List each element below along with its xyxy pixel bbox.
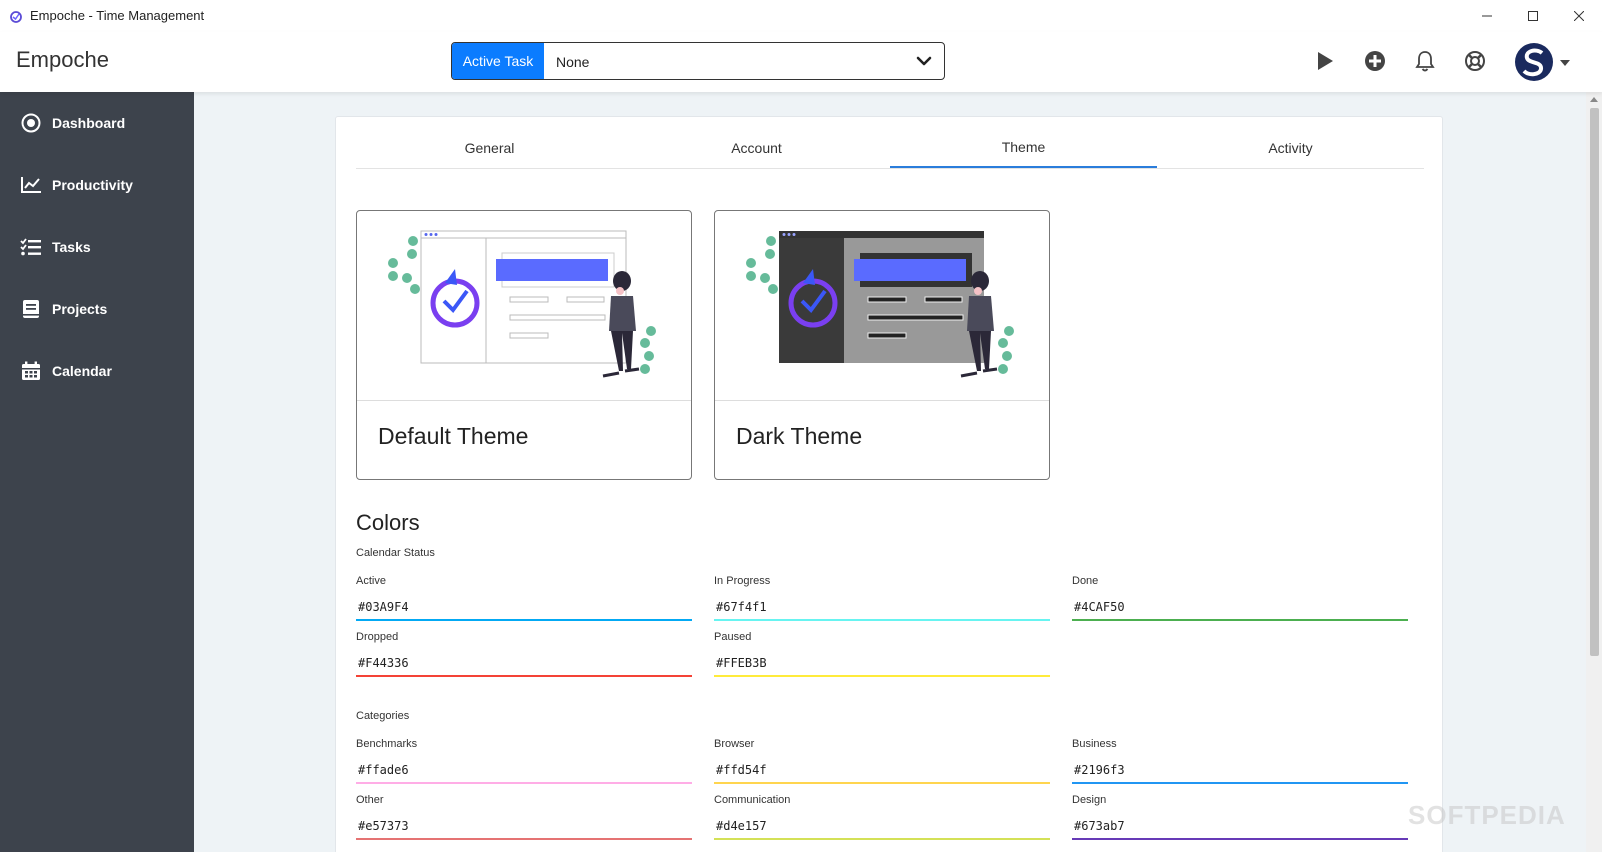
color-input[interactable]: #FFEB3B — [716, 656, 767, 670]
color-input[interactable]: #ffade6 — [358, 763, 409, 777]
field-label: In Progress — [714, 575, 771, 587]
caret-down-icon[interactable] — [1560, 53, 1570, 71]
color-input[interactable]: #03A9F4 — [358, 600, 409, 614]
active-task-selector[interactable]: Active Task None — [451, 42, 945, 80]
field-label: Design — [1072, 794, 1107, 806]
color-underline — [356, 782, 692, 784]
chevron-down-icon[interactable] — [904, 43, 944, 79]
field-label: Paused — [714, 631, 752, 643]
add-circle-icon[interactable] — [1350, 42, 1400, 80]
tab-account[interactable]: Account — [623, 117, 890, 168]
dashboard-icon — [20, 112, 42, 134]
tab-general[interactable]: General — [356, 117, 623, 168]
status-dropped-field[interactable]: Dropped #F44336 — [356, 631, 692, 681]
category-other-field[interactable]: Other #e57373 — [356, 794, 692, 844]
dark-theme-illustration — [715, 211, 1049, 401]
color-underline — [714, 782, 1050, 784]
user-menu[interactable] — [1514, 42, 1570, 82]
tab-activity[interactable]: Activity — [1157, 117, 1424, 168]
scrollbar-thumb[interactable] — [1590, 108, 1599, 656]
color-input[interactable]: #4CAF50 — [1074, 600, 1125, 614]
color-underline — [1072, 838, 1408, 840]
sidebar-item-label: Calendar — [52, 363, 112, 379]
sidebar-item-label: Tasks — [52, 239, 91, 255]
brand-name: Empoche — [16, 47, 109, 72]
status-in-progress-field[interactable]: In Progress #67f4f1 — [714, 575, 1050, 625]
main-content: General Account Theme Activity Default T… — [194, 92, 1586, 852]
category-browser-field[interactable]: Browser #ffd54f — [714, 738, 1050, 788]
color-underline — [1072, 782, 1408, 784]
field-label: Active — [356, 575, 386, 587]
sidebar-item-projects[interactable]: Projects — [0, 278, 194, 340]
field-label: Benchmarks — [356, 738, 418, 750]
sidebar: Dashboard Productivity Tasks Projects Ca… — [0, 92, 194, 852]
list-icon — [20, 236, 42, 258]
calendar-icon — [20, 360, 42, 382]
color-underline — [1072, 619, 1408, 621]
category-business-field[interactable]: Business #2196f3 — [1072, 738, 1408, 788]
scroll-up-arrow-icon[interactable] — [1586, 92, 1602, 106]
colors-heading: Colors — [356, 510, 420, 535]
play-icon[interactable] — [1300, 42, 1350, 80]
app-header: Empoche Active Task None — [0, 32, 1602, 92]
window-title: Empoche - Time Management — [30, 8, 205, 23]
default-theme-name: Default Theme — [378, 423, 529, 449]
active-task-value[interactable]: None — [544, 43, 904, 79]
bell-icon[interactable] — [1400, 42, 1450, 80]
sidebar-item-dashboard[interactable]: Dashboard — [0, 92, 194, 154]
field-label: Business — [1072, 738, 1117, 750]
close-window-button[interactable] — [1556, 0, 1602, 32]
sidebar-item-label: Productivity — [52, 177, 133, 193]
status-done-field[interactable]: Done #4CAF50 — [1072, 575, 1408, 625]
window-titlebar: Empoche - Time Management — [0, 0, 1602, 32]
status-active-field[interactable]: Active #03A9F4 — [356, 575, 692, 625]
calendar-status-label: Calendar Status — [356, 547, 435, 559]
category-benchmarks-field[interactable]: Benchmarks #ffade6 — [356, 738, 692, 788]
maximize-button[interactable] — [1510, 0, 1556, 32]
color-input[interactable]: #e57373 — [358, 819, 409, 833]
default-theme-card[interactable]: Default Theme — [356, 210, 692, 480]
color-input[interactable]: #ffd54f — [716, 763, 767, 777]
field-label: Done — [1072, 575, 1099, 587]
sidebar-item-label: Projects — [52, 301, 108, 317]
watermark-text: SOFTPEDIA — [1408, 800, 1566, 830]
category-design-field[interactable]: Design #673ab7 — [1072, 794, 1408, 844]
categories-label: Categories — [356, 710, 410, 722]
app-logo-icon — [8, 8, 24, 24]
color-input[interactable]: #67f4f1 — [716, 600, 767, 614]
color-underline — [356, 619, 692, 621]
sidebar-item-productivity[interactable]: Productivity — [0, 154, 194, 216]
dark-theme-card[interactable]: Dark Theme — [714, 210, 1050, 480]
color-underline — [356, 838, 692, 840]
color-input[interactable]: #673ab7 — [1074, 819, 1125, 833]
field-label: Dropped — [356, 631, 399, 643]
main-scrollbar[interactable] — [1586, 92, 1602, 852]
book-icon — [20, 298, 42, 320]
field-label: Communication — [714, 794, 791, 806]
color-underline — [356, 675, 692, 677]
field-label: Other — [356, 794, 384, 806]
settings-tabs: General Account Theme Activity — [356, 117, 1424, 169]
minimize-button[interactable] — [1464, 0, 1510, 32]
status-paused-field[interactable]: Paused #FFEB3B — [714, 631, 1050, 681]
dark-theme-name: Dark Theme — [736, 423, 863, 449]
help-lifebuoy-icon[interactable] — [1450, 42, 1500, 80]
field-label: Browser — [714, 738, 755, 750]
sidebar-item-calendar[interactable]: Calendar — [0, 340, 194, 402]
color-underline — [714, 838, 1050, 840]
color-underline — [714, 675, 1050, 677]
settings-card: General Account Theme Activity Default T… — [335, 116, 1443, 852]
color-underline — [714, 619, 1050, 621]
active-task-label: Active Task — [452, 43, 544, 79]
default-theme-illustration — [357, 211, 691, 401]
color-input[interactable]: #F44336 — [358, 656, 409, 670]
color-input[interactable]: #d4e157 — [716, 819, 767, 833]
tab-theme[interactable]: Theme — [890, 117, 1157, 168]
sidebar-item-label: Dashboard — [52, 115, 126, 131]
avatar[interactable] — [1514, 42, 1554, 82]
sidebar-item-tasks[interactable]: Tasks — [0, 216, 194, 278]
category-communication-field[interactable]: Communication #d4e157 — [714, 794, 1050, 844]
chart-icon — [20, 174, 42, 196]
color-input[interactable]: #2196f3 — [1074, 763, 1125, 777]
